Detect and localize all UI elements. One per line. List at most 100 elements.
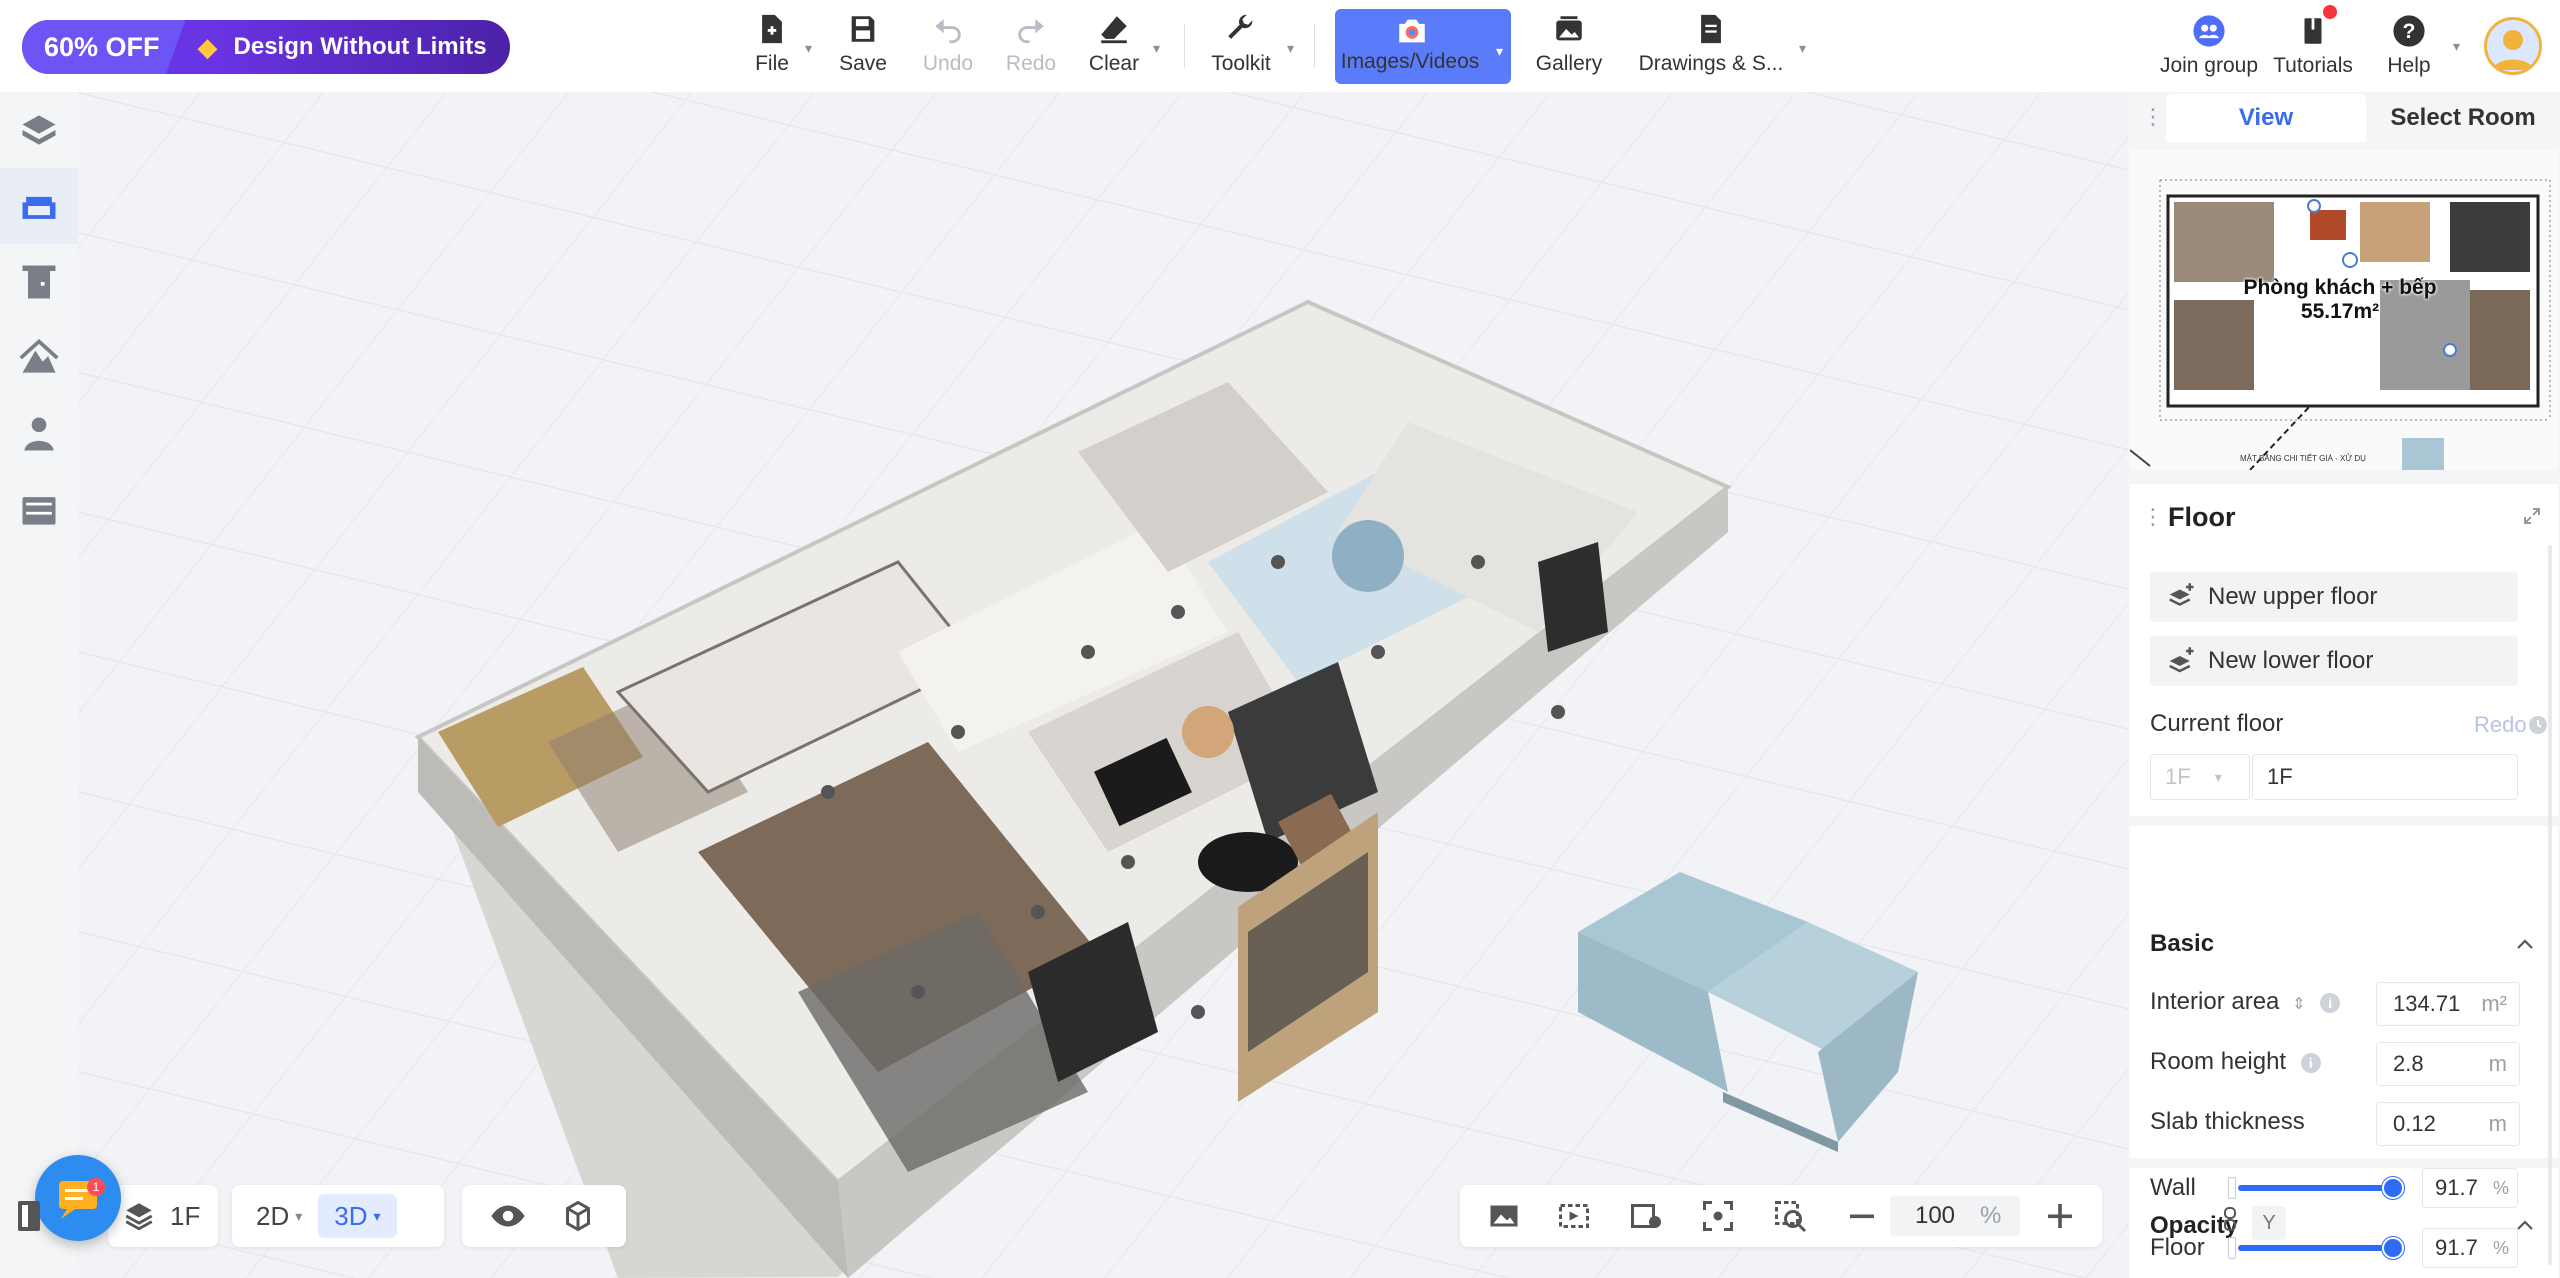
caret-down-icon: ▾ (1152, 40, 1160, 56)
tutorials-button[interactable]: Tutorials (2270, 14, 2356, 84)
cabinet-tool-button[interactable] (0, 472, 78, 548)
build-tool-button[interactable] (0, 92, 78, 168)
section-divider (2130, 816, 2558, 826)
expand-icon[interactable] (2522, 506, 2542, 526)
floor-opacity-value: 91.7 (2435, 1235, 2478, 1260)
file-button[interactable]: File ▾ (752, 12, 812, 82)
chat-support-button[interactable] (35, 1155, 121, 1241)
gallery-button[interactable]: Gallery (1534, 12, 1604, 82)
3d-scene (78, 92, 2128, 1278)
room-height-field[interactable]: 2.8 m (2376, 1042, 2520, 1086)
zoom-out-icon[interactable] (1844, 1198, 1880, 1234)
floorplan-minimap[interactable]: Phòng khách + bếp 55.17m² MẶT BẰNG CHI T… (2130, 150, 2558, 470)
zoom-in-icon[interactable] (2042, 1198, 2078, 1234)
frame-select-icon[interactable] (1556, 1198, 1592, 1234)
sort-icon[interactable]: ⇕ (2292, 996, 2305, 1013)
doors-windows-tool-button[interactable] (0, 244, 78, 320)
3d-viewport[interactable] (78, 92, 2128, 1278)
image-icon[interactable] (1486, 1198, 1522, 1234)
caret-down-icon: ▾ (1798, 40, 1806, 56)
wrench-icon (1228, 14, 1253, 39)
zoom-value: 100 (1914, 1202, 1956, 1229)
interior-area-field[interactable]: 134.71 m² (2376, 982, 2520, 1026)
book-icon (2304, 18, 2322, 44)
terrain-tool-button[interactable] (0, 320, 78, 396)
percent-unit: % (2492, 1177, 2509, 1198)
new-lower-floor-button[interactable]: New lower floor (2150, 636, 2518, 686)
floor-opacity-slider[interactable] (2228, 1237, 2404, 1259)
floor-select[interactable]: 1F ▾ (2150, 754, 2250, 800)
interior-area-label: Interior area ⇕ i (2150, 988, 2341, 1016)
floor-select-value: 1F (2165, 764, 2191, 789)
floor-name-input[interactable]: 1F (2252, 754, 2518, 800)
mode-3d-button[interactable]: 3D ▾ (318, 1194, 397, 1238)
drawings-label: Drawings & S... (1638, 52, 1784, 75)
undo-button[interactable]: Undo (920, 12, 976, 82)
tab-view[interactable]: View (2166, 94, 2366, 142)
floor-properties-panel: ⋮⋮ Floor New upper floor New lower floor… (2130, 484, 2558, 1278)
cube-view-icon[interactable] (560, 1198, 596, 1234)
room-name-label: Phòng khách + bếp 55.17m² (2210, 276, 2470, 324)
zoom-level-field[interactable]: 100 % (1890, 1196, 2020, 1236)
tab-select-room[interactable]: Select Room (2368, 94, 2558, 142)
axis-chip[interactable]: Y (2252, 1206, 2286, 1240)
slab-thickness-unit: m (2488, 1111, 2507, 1136)
info-icon[interactable]: i (2320, 992, 2341, 1013)
floor-switcher[interactable]: 1F (108, 1185, 218, 1247)
camera-icon (1399, 19, 1425, 43)
wall-opacity-field[interactable]: 91.7 % (2422, 1168, 2518, 1208)
avatar[interactable] (2484, 17, 2542, 75)
floor-opacity-field[interactable]: 91.7 % (2422, 1228, 2518, 1268)
group-icon (2193, 15, 2225, 47)
help-button[interactable]: ? Help ▾ (2384, 14, 2460, 84)
terrain-icon (19, 339, 59, 373)
doors-windows-icon (22, 265, 56, 299)
slab-thickness-value: 0.12 (2393, 1111, 2436, 1136)
wall-opacity-label: Wall (2150, 1174, 2196, 1201)
eye-icon[interactable] (490, 1198, 526, 1234)
info-icon[interactable]: i (2300, 1052, 2321, 1073)
clear-button[interactable]: Clear ▾ (1088, 12, 1160, 82)
save-icon (851, 16, 875, 42)
room-height-value: 2.8 (2393, 1051, 2424, 1076)
caret-down-icon: ▾ (1495, 43, 1503, 59)
room-height-unit: m (2488, 1051, 2507, 1076)
redo-link[interactable]: Redo (2474, 712, 2527, 738)
basic-section-title[interactable]: Basic (2150, 930, 2214, 958)
redo-button[interactable]: Redo (1006, 12, 1056, 82)
people-tool-button[interactable] (0, 396, 78, 472)
wall-opacity-slider[interactable] (2228, 1177, 2404, 1199)
images-videos-button[interactable]: Images/Videos ▾ (1335, 9, 1511, 84)
floor-opacity-label: Floor (2150, 1234, 2205, 1261)
room-area: 55.17m² (2300, 300, 2380, 323)
diamond-icon: ◆ (197, 32, 218, 62)
slider-handle[interactable] (2382, 1177, 2404, 1199)
chat-icon (59, 1181, 97, 1219)
layers-icon (125, 1203, 153, 1231)
file-icon (762, 14, 782, 44)
link-icon[interactable] (2222, 1206, 2238, 1232)
mode-2d-button[interactable]: 2D ▾ (240, 1194, 318, 1238)
promo-banner[interactable]: 60% OFF ◆ Design Without Limits (22, 20, 510, 74)
furniture-tool-button[interactable] (0, 168, 78, 244)
slab-thickness-field[interactable]: 0.12 m (2376, 1102, 2520, 1146)
join-group-button[interactable]: Join group (2156, 14, 2262, 84)
svg-text:?: ? (2403, 19, 2416, 43)
panel-layout-icon[interactable] (16, 1197, 42, 1237)
zoom-region-icon[interactable] (1772, 1198, 1808, 1234)
floor-name-value: 1F (2267, 764, 2293, 789)
room-name: Phòng khách + bếp (2243, 276, 2437, 299)
interior-area-unit: m² (2481, 991, 2507, 1016)
top-toolbar: 60% OFF ◆ Design Without Limits File ▾ S… (0, 0, 2560, 92)
drawings-button[interactable]: Drawings & S... ▾ (1636, 12, 1806, 82)
slider-handle[interactable] (2382, 1237, 2404, 1259)
chevron-up-icon[interactable] (2514, 933, 2536, 955)
panel-scrollbar[interactable] (2548, 545, 2552, 1265)
toolkit-button[interactable]: Toolkit ▾ (1208, 12, 1294, 82)
new-upper-floor-button[interactable]: New upper floor (2150, 572, 2518, 622)
focus-frame-icon[interactable] (1700, 1198, 1736, 1234)
camera-settings-icon[interactable] (1628, 1198, 1664, 1234)
redo-label: Redo (1005, 52, 1057, 75)
save-button[interactable]: Save (838, 12, 888, 82)
zoom-unit: % (1980, 1202, 2002, 1229)
